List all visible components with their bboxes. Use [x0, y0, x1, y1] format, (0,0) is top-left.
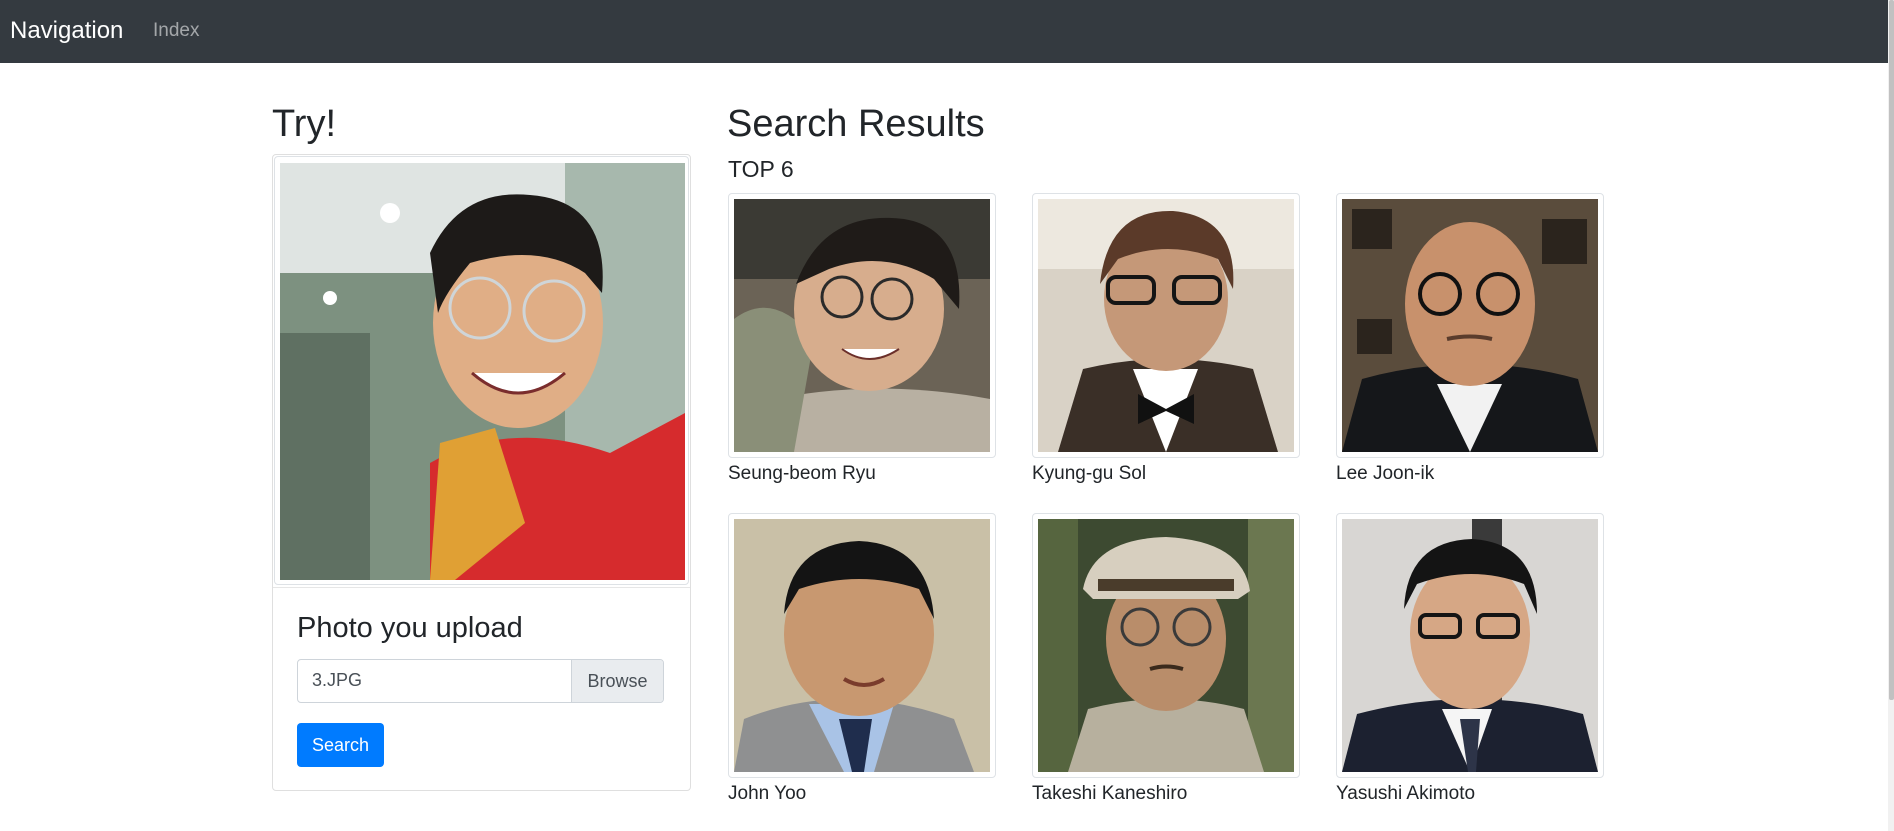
- file-name-value: 3.JPG: [312, 670, 363, 690]
- result-thumb-frame: [1336, 513, 1604, 778]
- result-photo: [734, 519, 990, 772]
- result-thumb-frame: [1032, 193, 1300, 458]
- uploaded-photo-frame: [274, 156, 689, 585]
- navbar-brand[interactable]: Navigation: [10, 14, 123, 48]
- try-heading: Try!: [272, 103, 337, 145]
- result-thumb-frame: [728, 193, 996, 458]
- result-photo: [1342, 519, 1598, 772]
- result-photo: [1342, 199, 1598, 452]
- result-name: John Yoo: [728, 783, 807, 804]
- result-photo: [1038, 199, 1294, 452]
- page-scrollbar[interactable]: [1888, 0, 1894, 831]
- file-input[interactable]: 3.JPG Browse: [297, 659, 664, 703]
- upload-section-title: Photo you upload: [297, 612, 523, 644]
- top-count-label: TOP 6: [728, 156, 794, 182]
- result-photo: [1038, 519, 1294, 772]
- result-thumb-frame: [728, 513, 996, 778]
- card-divider: [273, 587, 690, 588]
- result-name: Takeshi Kaneshiro: [1032, 783, 1188, 804]
- search-button[interactable]: Search: [297, 723, 384, 767]
- nav-link-index[interactable]: Index: [153, 17, 199, 45]
- scrollbar-thumb[interactable]: [1889, 0, 1894, 700]
- result-name: Lee Joon-ik: [1336, 463, 1435, 484]
- browse-button[interactable]: Browse: [571, 660, 663, 702]
- result-thumb-frame: [1336, 193, 1604, 458]
- top-navbar: Navigation Index: [0, 0, 1888, 63]
- upload-card: Photo you upload 3.JPG Browse Search: [272, 154, 691, 791]
- result-name: Kyung-gu Sol: [1032, 463, 1147, 484]
- uploaded-photo: [280, 163, 685, 580]
- result-thumb-frame: [1032, 513, 1300, 778]
- result-name: Yasushi Akimoto: [1336, 783, 1476, 804]
- result-name: Seung-beom Ryu: [728, 463, 876, 484]
- result-photo: [734, 199, 990, 452]
- search-results-heading: Search Results: [727, 103, 985, 145]
